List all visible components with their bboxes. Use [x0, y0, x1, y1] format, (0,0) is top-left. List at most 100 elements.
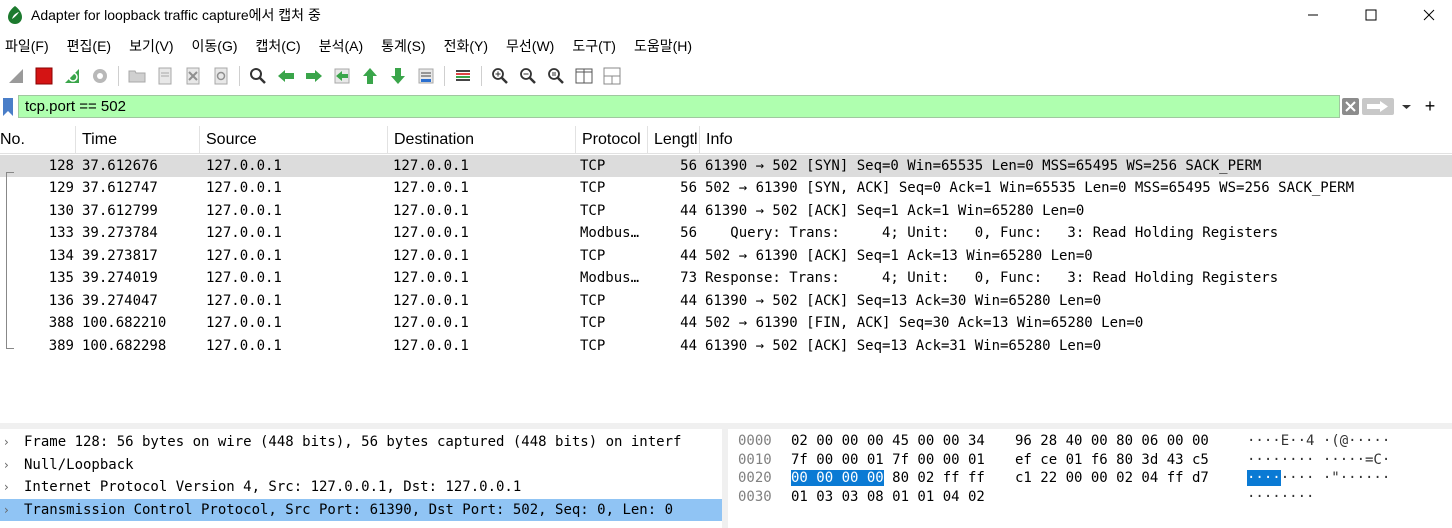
resize-columns-button[interactable] [573, 65, 595, 87]
first-packet-icon [363, 68, 377, 84]
find-packet-button[interactable] [247, 65, 269, 87]
autoscroll-button[interactable] [415, 65, 437, 87]
packet-info: 61390 → 502 [ACK] Seq=1 Ack=1 Win=65280 … [705, 202, 1085, 219]
packet-row[interactable]: 388 100.682210 127.0.0.1 127.0.0.1 TCP 44 502 … [0, 312, 1452, 335]
zoom-in-button[interactable] [489, 65, 511, 87]
bytes-row: 0010 7f 00 00 01 7f 00 00 01 ef ce 01 f6… [728, 451, 1452, 469]
resize-columns-icon [575, 68, 593, 84]
bookmark-icon[interactable] [2, 97, 14, 117]
bytes-ascii-rest[interactable]: ···· ·"······ [1281, 470, 1391, 486]
menu-statistics[interactable]: 통계(S) [381, 36, 425, 56]
toolbar-separator [239, 66, 240, 86]
packet-row[interactable]: 129 37.612747 127.0.0.1 127.0.0.1 TCP 56 502 →… [0, 177, 1452, 200]
packet-protocol: TCP [580, 337, 606, 354]
add-filter-button-plus[interactable]: + [1422, 97, 1438, 115]
display-filter-input[interactable]: tcp.port == 502 [18, 95, 1340, 118]
detail-tree-item[interactable]: › Null/Loopback [0, 454, 722, 477]
save-file-button[interactable] [154, 65, 176, 87]
close-button[interactable] [1406, 0, 1452, 30]
bytes-hex-highlight[interactable]: 00 00 00 00 [791, 470, 884, 486]
maximize-button[interactable] [1348, 0, 1394, 30]
expand-chevron-icon[interactable]: › [4, 499, 16, 521]
detail-tree-item[interactable]: › Transmission Control Protocol, Src Port… [0, 498, 722, 521]
menu-telephony[interactable]: 전화(Y) [444, 36, 488, 56]
bytes-ascii[interactable]: ········ ·"······ [1247, 469, 1390, 487]
column-header-destination[interactable]: Destination [388, 126, 576, 154]
go-back-button[interactable] [275, 65, 297, 87]
column-header-time[interactable]: Time [76, 126, 200, 154]
packet-row[interactable]: 389 100.682298 127.0.0.1 127.0.0.1 TCP 44 6139… [0, 335, 1452, 358]
menu-go[interactable]: 이동(G) [192, 36, 238, 56]
detail-tree-label: Frame 128: 56 bytes on wire (448 bits), … [24, 434, 682, 450]
menu-tools[interactable]: 도구(T) [572, 36, 616, 56]
menu-analyze[interactable]: 분석(A) [319, 36, 363, 56]
menu-edit[interactable]: 편집(E) [67, 36, 111, 56]
bytes-hex-first-half[interactable]: 7f 00 00 01 7f 00 00 01 [791, 451, 985, 469]
bytes-hex-first-half[interactable]: 01 03 03 08 01 01 04 02 [791, 488, 985, 506]
column-header-length[interactable]: Lengtl [648, 126, 700, 154]
bytes-row: 0020 00 00 00 00 80 02 ff ff c1 22 00 00… [728, 469, 1452, 487]
last-packet-button[interactable] [387, 65, 409, 87]
stop-capture-button[interactable] [33, 65, 55, 87]
bytes-hex-rest[interactable]: 80 02 ff ff [884, 470, 985, 486]
expand-chevron-icon[interactable]: › [4, 454, 16, 476]
first-packet-button[interactable] [359, 65, 381, 87]
expand-chevron-icon[interactable]: › [4, 431, 16, 453]
bytes-hex-second-half[interactable]: ef ce 01 f6 80 3d 43 c5 [1015, 451, 1209, 469]
layout-button[interactable] [601, 65, 623, 87]
bytes-ascii[interactable]: ········ ·····=C· [1247, 451, 1390, 469]
packet-info: 61390 → 502 [SYN] Seq=0 Win=65535 Len=0 … [705, 157, 1262, 174]
bytes-hex-second-half[interactable]: c1 22 00 00 02 04 ff d7 [1015, 469, 1209, 487]
expand-chevron-icon[interactable]: › [4, 476, 16, 498]
menu-file[interactable]: 파일(F) [5, 36, 49, 56]
restart-capture-button[interactable] [61, 65, 83, 87]
menu-wireless[interactable]: 무선(W) [506, 36, 554, 56]
packet-row[interactable]: 130 37.612799 127.0.0.1 127.0.0.1 TCP 44 61390… [0, 200, 1452, 223]
column-header-no[interactable]: No. [0, 126, 76, 154]
go-forward-button[interactable] [303, 65, 325, 87]
packet-time: 37.612747 [82, 180, 158, 196]
packet-source: 127.0.0.1 [206, 292, 282, 309]
capture-options-button[interactable] [89, 65, 111, 87]
window-title: Adapter for loopback traffic capture에서 캡… [31, 7, 321, 23]
packet-destination: 127.0.0.1 [393, 292, 469, 309]
detail-tree-item[interactable]: › Frame 128: 56 bytes on wire (448 bits),… [0, 431, 722, 454]
bytes-ascii[interactable]: ········ [1247, 488, 1314, 506]
bytes-offset: 0000 [738, 433, 772, 449]
menu-capture[interactable]: 캡처(C) [256, 36, 301, 56]
open-file-button[interactable] [126, 65, 148, 87]
packet-row[interactable]: 135 39.274019 127.0.0.1 127.0.0.1 Modbus… 73 R… [0, 267, 1452, 290]
packet-row[interactable]: 136 39.274047 127.0.0.1 127.0.0.1 TCP 44 61390… [0, 290, 1452, 313]
go-to-packet-button[interactable] [331, 65, 353, 87]
toolbar-separator [118, 66, 119, 86]
start-capture-button[interactable] [5, 65, 27, 87]
zoom-out-button[interactable] [517, 65, 539, 87]
apply-filter-arrow-icon[interactable] [1362, 98, 1394, 115]
bytes-hex-second-half[interactable]: 96 28 40 00 80 06 00 00 [1015, 432, 1209, 450]
packet-length: 56 [680, 180, 697, 196]
bytes-hex-first-half[interactable]: 00 00 00 00 80 02 ff ff [791, 469, 985, 487]
packet-destination: 127.0.0.1 [393, 157, 469, 174]
clear-filter-icon[interactable] [1342, 98, 1359, 115]
column-header-source[interactable]: Source [200, 126, 388, 154]
reload-button[interactable] [210, 65, 232, 87]
packet-row[interactable]: 128 37.612676 127.0.0.1 127.0.0.1 TCP 56 61390… [0, 154, 1452, 177]
bytes-hex-first-half[interactable]: 02 00 00 00 45 00 00 34 [791, 432, 985, 450]
packet-row[interactable]: 133 39.273784 127.0.0.1 127.0.0.1 Modbus… 56 … [0, 222, 1452, 245]
layout-icon [603, 67, 621, 85]
chevron-down-icon[interactable] [1398, 98, 1415, 115]
packet-protocol: TCP [580, 180, 606, 196]
menu-view[interactable]: 보기(V) [129, 36, 173, 56]
bytes-ascii[interactable]: ····E··4 ·(@····· [1247, 432, 1390, 450]
column-header-info[interactable]: Info [700, 126, 1452, 154]
packet-row[interactable]: 134 39.273817 127.0.0.1 127.0.0.1 TCP 44 502 →… [0, 245, 1452, 268]
bytes-ascii-highlight[interactable]: ···· [1247, 470, 1281, 486]
column-header-protocol[interactable]: Protocol [576, 126, 648, 154]
menu-help[interactable]: 도움말(H) [634, 36, 692, 56]
colorize-button[interactable] [452, 65, 474, 87]
minimize-button[interactable] [1290, 0, 1336, 30]
packet-no: 133 [48, 225, 74, 241]
detail-tree-item[interactable]: › Internet Protocol Version 4, Src: 127.0… [0, 476, 722, 499]
normal-size-button[interactable] [545, 65, 567, 87]
close-file-button[interactable] [182, 65, 204, 87]
